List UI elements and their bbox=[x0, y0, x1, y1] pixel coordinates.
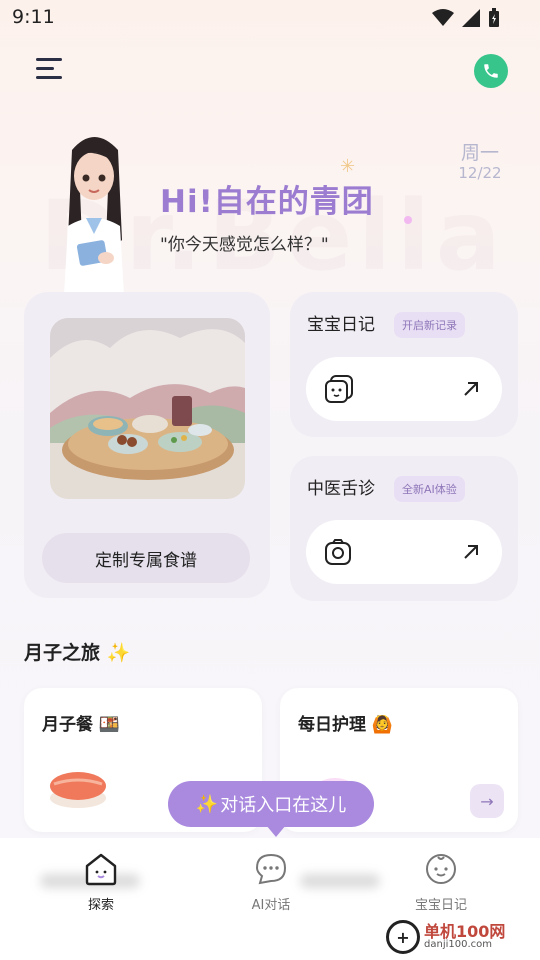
confinement-meal-title: 月子餐 🍱 bbox=[42, 715, 121, 735]
status-time: 9:11 bbox=[12, 6, 55, 28]
camera-icon bbox=[325, 539, 351, 565]
nav-label-ai-chat: AI对话 bbox=[251, 898, 291, 913]
doctor-avatar bbox=[64, 137, 124, 295]
menu-button[interactable] bbox=[36, 58, 64, 82]
sushi-illustration bbox=[50, 772, 106, 808]
bento-icon: 🍱 bbox=[98, 715, 121, 735]
nav-item-baby-diary[interactable]: 宝宝日记 bbox=[386, 852, 496, 913]
arrow-up-right-icon bbox=[464, 545, 478, 559]
diary-face-icon bbox=[325, 375, 353, 403]
sparkle-icon: ✨ bbox=[195, 793, 219, 815]
nav-label-explore: 探索 bbox=[87, 898, 114, 913]
nav-item-ai-chat[interactable]: AI对话 bbox=[216, 852, 326, 913]
chat-entry-tooltip[interactable]: ✨ 对话入口在这儿 bbox=[168, 781, 374, 827]
greeting-title: Hi!自在的青团 bbox=[160, 184, 374, 220]
wifi-icon bbox=[432, 9, 454, 26]
baby-diary-entry-button[interactable] bbox=[306, 357, 502, 421]
decor-dot bbox=[404, 216, 412, 224]
baby-diary-card[interactable]: 宝宝日记 开启新记录 bbox=[290, 292, 518, 437]
tongue-diagnosis-start-button[interactable] bbox=[306, 520, 502, 584]
tongue-diagnosis-title: 中医舌诊 bbox=[307, 479, 375, 499]
arrow-right-icon: → bbox=[480, 791, 494, 811]
weekday-label: 周一 bbox=[460, 142, 499, 164]
custom-recipe-button[interactable]: 定制专属食谱 bbox=[42, 533, 250, 583]
baby-diary-tag: 开启新记录 bbox=[394, 312, 465, 338]
nav-item-explore[interactable]: 探索 bbox=[46, 852, 156, 913]
site-watermark: + 单机100网 danji100.com bbox=[386, 920, 505, 954]
watermark-logo: + bbox=[386, 920, 420, 954]
care-person-icon: 🙆 bbox=[371, 715, 394, 735]
phone-icon bbox=[484, 64, 498, 78]
chat-entry-label: 对话入口在这儿 bbox=[220, 795, 347, 816]
date-label: 12/22 bbox=[458, 164, 502, 182]
chat-bubble-icon bbox=[255, 853, 287, 885]
meal-illustration bbox=[50, 318, 245, 499]
phone-call-button[interactable] bbox=[474, 54, 508, 88]
custom-recipe-label: 定制专属食谱 bbox=[95, 550, 197, 571]
battery-icon bbox=[489, 8, 499, 27]
signal-icon bbox=[462, 9, 480, 27]
home-icon bbox=[85, 853, 117, 886]
journey-section-title: 月子之旅 ✨ bbox=[24, 642, 131, 664]
nav-label-baby-diary: 宝宝日记 bbox=[414, 898, 467, 913]
tongue-diagnosis-tag: 全新AI体验 bbox=[394, 476, 465, 502]
baby-diary-title: 宝宝日记 bbox=[307, 315, 375, 335]
watermark-text: 单机100网 danji100.com bbox=[424, 922, 506, 951]
chat-tooltip-tail bbox=[266, 825, 286, 837]
sparkle-icon: ✨ bbox=[106, 642, 131, 664]
arrow-up-right-icon bbox=[464, 382, 478, 396]
tongue-diagnosis-card[interactable]: 中医舌诊 全新AI体验 bbox=[290, 456, 518, 601]
baby-face-icon bbox=[426, 854, 456, 884]
status-icons bbox=[432, 8, 500, 28]
daily-care-title: 每日护理 🙆 bbox=[298, 715, 394, 735]
greeting-subtitle: "你今天感觉怎么样？" bbox=[160, 235, 329, 255]
sparkle-icon: ✳ bbox=[340, 156, 356, 177]
daily-care-arrow-button[interactable]: → bbox=[470, 784, 504, 818]
